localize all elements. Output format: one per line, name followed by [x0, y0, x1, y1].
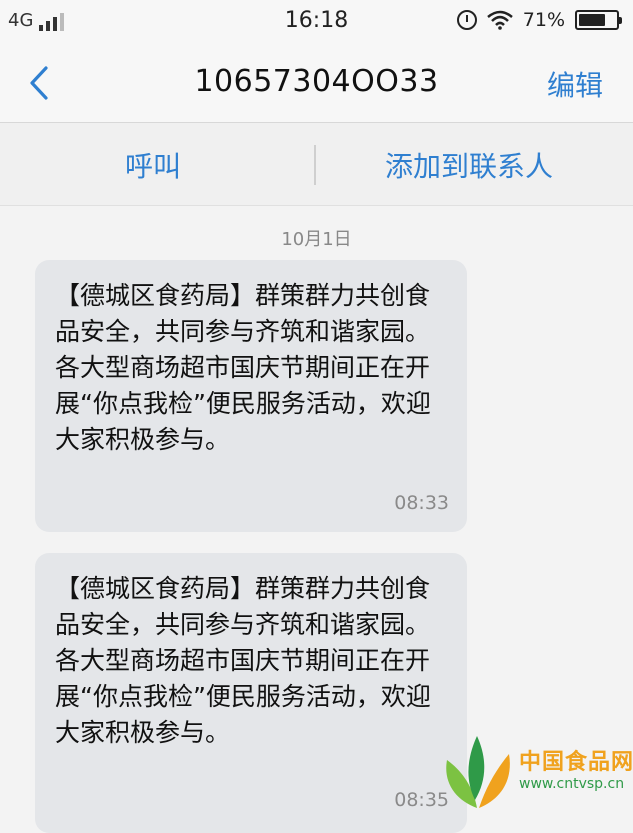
edit-button[interactable]: 编辑	[547, 64, 603, 104]
divider	[314, 145, 316, 185]
add-contact-button[interactable]: 添加到联系人	[385, 145, 553, 185]
message-time: 08:33	[394, 492, 449, 514]
message-bubble[interactable]: 【德城区食药局】群策群力共创食品安全，共同参与齐筑和谐家园。各大型商场超市国庆节…	[35, 260, 467, 532]
conversation-header: 10657304OO33 编辑	[0, 44, 633, 123]
watermark-name: 中国食品网	[519, 750, 633, 775]
alarm-icon	[456, 10, 477, 30]
message-bubble[interactable]: 【德城区食药局】群策群力共创食品安全，共同参与齐筑和谐家园。各大型商场超市国庆节…	[35, 553, 467, 833]
message-text: 【德城区食药局】群策群力共创食品安全，共同参与齐筑和谐家园。各大型商场超市国庆节…	[55, 574, 431, 747]
battery-percent: 71%	[522, 9, 565, 31]
wifi-icon	[486, 10, 513, 30]
contact-actions: 呼叫 添加到联系人	[0, 123, 633, 206]
status-bar: 4G 16:18 71%	[0, 0, 633, 44]
battery-icon	[575, 10, 622, 30]
call-button[interactable]: 呼叫	[125, 145, 181, 185]
status-icons: 71%	[456, 9, 622, 31]
battery-fill	[579, 14, 605, 26]
watermark: 中国食品网 www.cntvsp.cn	[437, 730, 633, 812]
watermark-url: www.cntvsp.cn	[519, 776, 625, 792]
date-separator: 10月1日	[281, 229, 352, 250]
page-title: 10657304OO33	[194, 64, 439, 99]
leaf-logo-icon	[446, 736, 510, 808]
message-text: 【德城区食药局】群策群力共创食品安全，共同参与齐筑和谐家园。各大型商场超市国庆节…	[55, 281, 431, 454]
